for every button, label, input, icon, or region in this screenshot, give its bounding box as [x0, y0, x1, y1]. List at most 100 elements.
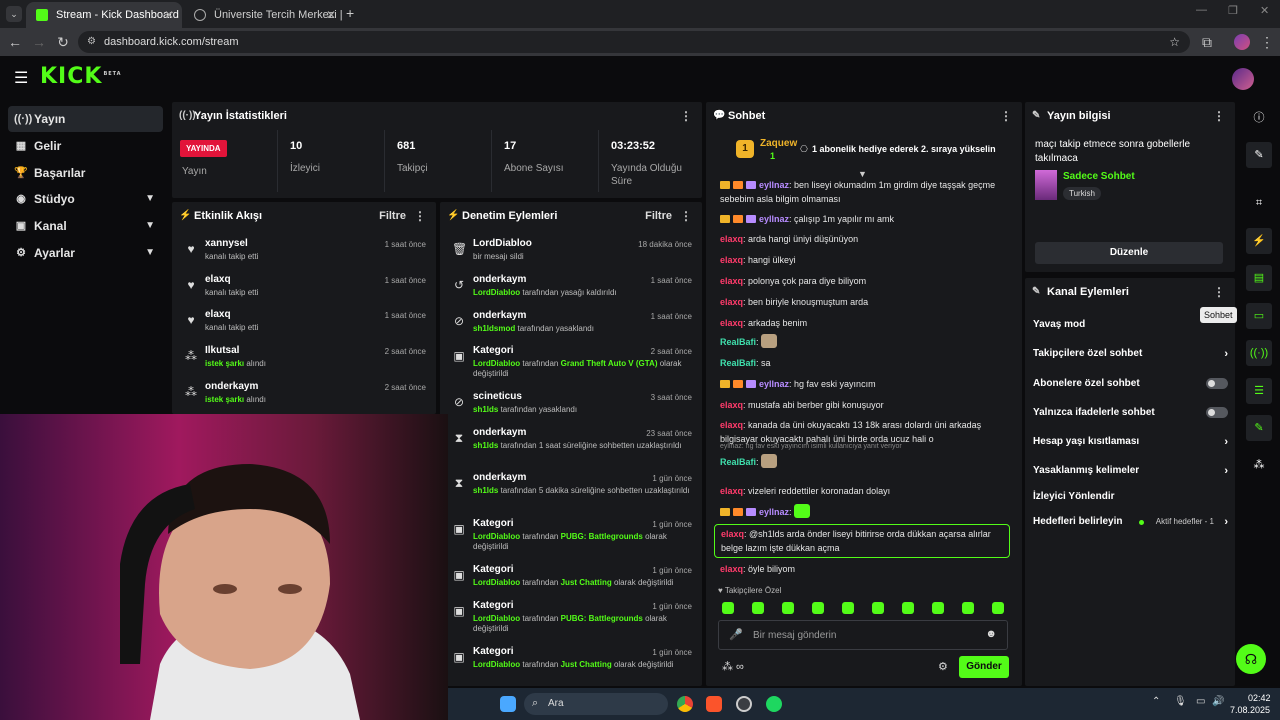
moderator-name[interactable]: LordDiabloo: [473, 660, 520, 669]
chat-username[interactable]: elaxq: [721, 529, 744, 539]
pinned-gift-leader[interactable]: 1 Zaquew 1 ⎔ 1 abonelik hediye ederek 2.…: [736, 138, 996, 164]
moderator-name[interactable]: LordDiabloo: [473, 288, 520, 297]
moderation-target[interactable]: onderkaym: [473, 274, 526, 285]
user-avatar[interactable]: [1232, 68, 1254, 90]
emoji-picker-icon[interactable]: ☻: [985, 628, 997, 640]
network-icon[interactable]: ▭: [1196, 696, 1205, 707]
more-options-icon[interactable]: ⋮: [1213, 278, 1225, 306]
url-input[interactable]: ⚙ dashboard.kick.com/stream ☆: [78, 31, 1190, 53]
chat-message[interactable]: elaxq: mustafa abi berber gibi konuşuyor: [720, 398, 1010, 412]
forward-icon[interactable]: →: [30, 33, 48, 51]
windows-start-icon[interactable]: [500, 696, 516, 712]
chat-message[interactable]: eyllnaz:: [720, 504, 1010, 519]
apps-icon[interactable]: ⁂: [1246, 452, 1272, 478]
window-close-icon[interactable]: ✕: [1260, 4, 1269, 17]
chat-username[interactable]: elaxq: [720, 276, 743, 286]
microphone-tray-icon[interactable]: 🎙: [1174, 696, 1187, 707]
channel-action-item[interactable]: Hesap yaşı kısıtlaması ›: [1033, 433, 1228, 451]
chat-settings-icon[interactable]: ⚙: [938, 660, 948, 673]
category-link[interactable]: PUBG: Battlegrounds: [561, 532, 643, 541]
moderator-name[interactable]: LordDiabloo: [473, 359, 520, 368]
category-name[interactable]: Sadece Sohbet: [1063, 171, 1135, 182]
chat-username[interactable]: elaxq: [720, 486, 743, 496]
chat-username[interactable]: elaxq: [720, 255, 743, 265]
minimize-icon[interactable]: —: [1196, 4, 1207, 16]
chat-message[interactable]: elaxq: öyle biliyom: [720, 562, 1010, 576]
chat-message[interactable]: elaxq: ben biriyle knouşmuştum arda: [720, 295, 1010, 309]
moderation-target[interactable]: scineticus: [473, 391, 522, 402]
sidebar-item-yayin[interactable]: ((·)) Yayın: [8, 106, 163, 132]
hamburger-menu-icon[interactable]: ☰: [14, 68, 28, 88]
category-link[interactable]: Grand Theft Auto V (GTA): [561, 359, 658, 368]
moderator-name[interactable]: LordDiabloo: [473, 578, 520, 587]
channel-action-item[interactable]: Yalnızca ifadelerle sohbet: [1033, 404, 1228, 422]
microphone-icon[interactable]: 🎤: [729, 628, 743, 641]
tray-chevron-icon[interactable]: ⌃: [1152, 696, 1160, 707]
chat-message[interactable]: elaxq: polonya çok para diye biliyom: [720, 274, 1010, 288]
sidebar-item-studyo[interactable]: ◉ Stüdyo ▼: [8, 186, 163, 212]
brave-icon[interactable]: [706, 696, 722, 712]
channel-action-item[interactable]: Yavaş mod: [1033, 316, 1228, 334]
category-link[interactable]: Just Chatting: [561, 578, 612, 587]
close-tab-icon[interactable]: ✕: [164, 2, 174, 28]
chat-username[interactable]: eyllnaz: [759, 507, 789, 517]
bookmark-star-icon[interactable]: ☆: [1169, 31, 1180, 53]
edit-button[interactable]: Düzenle: [1035, 242, 1223, 264]
lightning-icon[interactable]: ⚡: [1246, 228, 1272, 254]
moderation-target[interactable]: Kategori: [473, 646, 514, 657]
chat-username[interactable]: RealBafi: [720, 337, 756, 347]
chat-message[interactable]: eyllnaz: çalışıp 1m yapılır mı amk: [720, 212, 1010, 226]
activity-user[interactable]: elaxq: [205, 274, 231, 285]
category-link[interactable]: PUBG: Battlegrounds: [561, 614, 643, 623]
clock-time[interactable]: 02:42: [1248, 693, 1271, 703]
profile-avatar[interactable]: [1234, 34, 1250, 50]
toggle-switch[interactable]: [1206, 407, 1228, 418]
moderation-target[interactable]: Kategori: [473, 564, 514, 575]
browser-tab-kick[interactable]: Stream - Kick Dashboard ✕: [26, 2, 182, 28]
category-link[interactable]: Just Chatting: [561, 660, 612, 669]
send-button[interactable]: Gönder: [959, 656, 1009, 678]
info-icon[interactable]: ⓘ: [1246, 105, 1272, 131]
spotify-icon[interactable]: [766, 696, 782, 712]
activity-user[interactable]: onderkaym: [205, 381, 258, 392]
volume-icon[interactable]: 🔊: [1212, 696, 1224, 707]
new-tab-icon[interactable]: +: [346, 5, 354, 21]
chat-username[interactable]: RealBafi: [720, 457, 756, 467]
chat-message[interactable]: RealBafi:: [720, 334, 1010, 349]
channel-action-item[interactable]: Abonelere özel sohbet: [1033, 375, 1228, 393]
more-options-icon[interactable]: ⋮: [414, 202, 426, 230]
browser-tab-universite[interactable]: Üniversite Tercih Merkezi | Üniv ✕: [184, 2, 344, 28]
points-icon[interactable]: ⁂ ∞: [722, 660, 744, 673]
emote-icon[interactable]: [962, 602, 974, 614]
moderation-target[interactable]: Kategori: [473, 518, 514, 529]
site-info-icon[interactable]: ⚙: [87, 31, 96, 53]
channel-action-item[interactable]: İzleyici Yönlendir: [1033, 488, 1228, 506]
reload-icon[interactable]: ↻: [54, 33, 72, 51]
moderation-target[interactable]: onderkaym: [473, 472, 526, 483]
emote-icon[interactable]: [782, 602, 794, 614]
toggle-switch[interactable]: [1206, 378, 1228, 389]
moderation-target[interactable]: Kategori: [473, 345, 514, 356]
emote-icon[interactable]: [752, 602, 764, 614]
more-options-icon[interactable]: ⋮: [680, 102, 692, 130]
moderator-name[interactable]: sh1lds: [473, 486, 498, 495]
moderation-target[interactable]: Kategori: [473, 600, 514, 611]
tab-list-dropdown-icon[interactable]: ⌄: [6, 6, 22, 22]
chat-username[interactable]: elaxq: [720, 564, 743, 574]
activity-user[interactable]: xannysel: [205, 238, 248, 249]
channel-action-item[interactable]: Takipçilere özel sohbet ›: [1033, 345, 1228, 363]
chat-username[interactable]: elaxq: [720, 420, 743, 430]
back-icon[interactable]: ←: [6, 33, 24, 51]
taskbar-search[interactable]: ⌕ Ara: [524, 693, 668, 715]
filter-button[interactable]: Filtre: [379, 202, 406, 230]
emote-icon[interactable]: [842, 602, 854, 614]
chat-message[interactable]: elaxq: vizeleri reddettiler koronadan do…: [720, 484, 1010, 498]
broadcast-icon[interactable]: ((·)): [1246, 340, 1272, 366]
extensions-icon[interactable]: ⧉: [1198, 33, 1216, 51]
activity-user[interactable]: elaxq: [205, 309, 231, 320]
emote-icon[interactable]: [932, 602, 944, 614]
chat-message[interactable]: eyllnaz: hg fav eski yayıncım: [720, 377, 1010, 391]
chat-username[interactable]: RealBafi: [720, 358, 756, 368]
chat-message[interactable]: eyllnaz: hg fav eski yayıncım isimli kul…: [720, 443, 1010, 469]
more-options-icon[interactable]: ⋮: [1000, 102, 1012, 130]
